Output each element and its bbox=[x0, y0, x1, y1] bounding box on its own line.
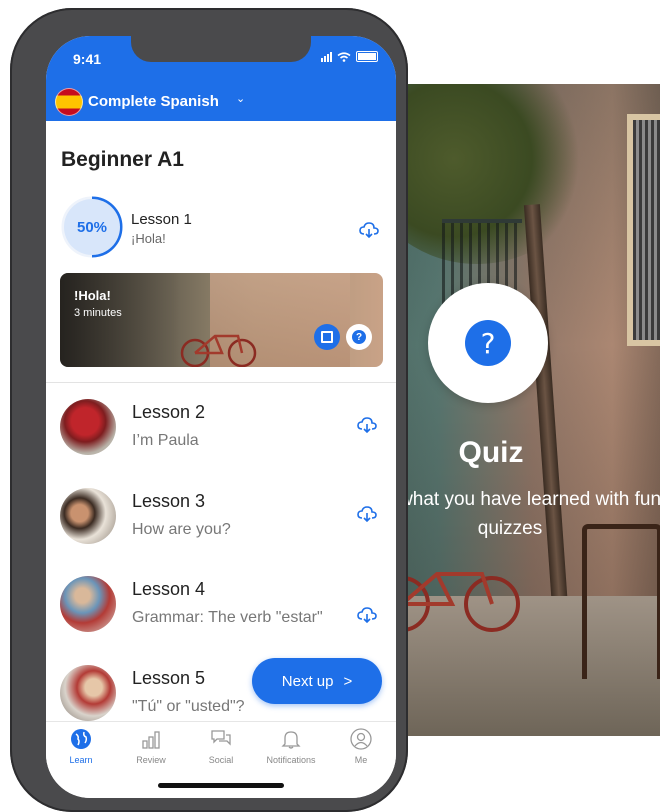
tab-label: Learn bbox=[69, 755, 93, 765]
phone-notch bbox=[131, 36, 311, 62]
course-selector[interactable]: Complete Spanish bbox=[88, 93, 219, 110]
quiz-badge: ? bbox=[428, 283, 548, 403]
divider bbox=[46, 382, 396, 383]
tab-label: Me bbox=[354, 755, 368, 765]
lesson-title: Lesson 3 bbox=[132, 491, 206, 511]
lesson-3-thumbnail bbox=[60, 488, 116, 544]
lesson-title: Lesson 5 bbox=[132, 668, 206, 688]
tab-social[interactable]: Social bbox=[186, 728, 256, 765]
lesson-4-row[interactable]: Lesson 4 Grammar: The verb "estar" bbox=[60, 576, 380, 646]
chevron-right-icon: > bbox=[343, 672, 353, 690]
flashcard-button[interactable] bbox=[314, 324, 340, 350]
phone-frame: 9:41 Complete Spanish ⌄ Beginner A1 50% … bbox=[10, 8, 408, 812]
cloud-download-icon[interactable] bbox=[357, 607, 377, 623]
home-indicator bbox=[158, 783, 284, 788]
signal-icon bbox=[321, 51, 332, 62]
lesson-title: Lesson 4 bbox=[132, 579, 206, 599]
lesson-subtitle: I’m Paula bbox=[132, 432, 199, 449]
tab-label: Social bbox=[208, 755, 234, 765]
lesson-title: Lesson 2 bbox=[132, 402, 206, 422]
battery-icon bbox=[356, 51, 378, 62]
lesson-subtitle: Grammar: The verb "estar" bbox=[132, 609, 323, 626]
tab-review[interactable]: Review bbox=[116, 728, 186, 765]
bell-icon bbox=[281, 731, 301, 749]
next-up-label: Next up bbox=[281, 672, 334, 690]
lesson-subtitle: ¡Hola! bbox=[131, 231, 166, 246]
chevron-down-icon[interactable]: ⌄ bbox=[236, 92, 245, 105]
progress-percent: 50% bbox=[64, 199, 120, 255]
level-title: Beginner A1 bbox=[61, 148, 184, 171]
tab-me[interactable]: Me bbox=[326, 728, 396, 765]
cloud-download-icon[interactable] bbox=[357, 506, 377, 522]
bicycle-thumbnail bbox=[180, 334, 257, 367]
globe-icon bbox=[71, 729, 91, 749]
chat-bubbles-icon bbox=[211, 730, 231, 746]
person-icon bbox=[350, 728, 372, 750]
video-card[interactable]: !Hola! 3 minutes ? bbox=[60, 273, 383, 367]
spain-flag-icon[interactable] bbox=[55, 88, 83, 116]
cloud-download-icon[interactable] bbox=[357, 417, 377, 433]
next-up-button[interactable]: Next up > bbox=[252, 658, 382, 704]
wifi-icon bbox=[337, 51, 351, 62]
lesson-title: Lesson 1 bbox=[131, 211, 192, 228]
lesson-subtitle: How are you? bbox=[132, 521, 231, 538]
lesson-3-row[interactable]: Lesson 3 How are you? bbox=[60, 488, 380, 558]
question-icon: ? bbox=[352, 330, 366, 344]
window-frame bbox=[627, 114, 660, 346]
card-icon bbox=[321, 331, 333, 343]
lesson-1-row[interactable]: 50% Lesson 1 ¡Hola! bbox=[61, 196, 381, 266]
chair bbox=[582, 524, 660, 679]
quiz-title: Quiz bbox=[458, 436, 524, 469]
bar-chart-icon bbox=[142, 731, 160, 749]
question-mark-icon: ? bbox=[465, 320, 511, 366]
video-title: !Hola! bbox=[74, 288, 111, 303]
phone-screen: 9:41 Complete Spanish ⌄ Beginner A1 50% … bbox=[46, 36, 396, 798]
tab-notifications[interactable]: Notifications bbox=[256, 728, 326, 765]
tab-label: Review bbox=[136, 755, 166, 765]
video-duration: 3 minutes bbox=[74, 307, 122, 319]
tab-learn[interactable]: Learn bbox=[46, 728, 116, 765]
quiz-button[interactable]: ? bbox=[346, 324, 372, 350]
cloud-download-icon[interactable] bbox=[359, 222, 379, 238]
status-icons bbox=[321, 51, 378, 62]
lesson-2-row[interactable]: Lesson 2 I’m Paula bbox=[60, 399, 380, 469]
lesson-5-thumbnail bbox=[60, 665, 116, 721]
tab-label: Notifications bbox=[266, 755, 316, 765]
lesson-4-thumbnail bbox=[60, 576, 116, 632]
lesson-2-thumbnail bbox=[60, 399, 116, 455]
status-time: 9:41 bbox=[73, 51, 102, 67]
